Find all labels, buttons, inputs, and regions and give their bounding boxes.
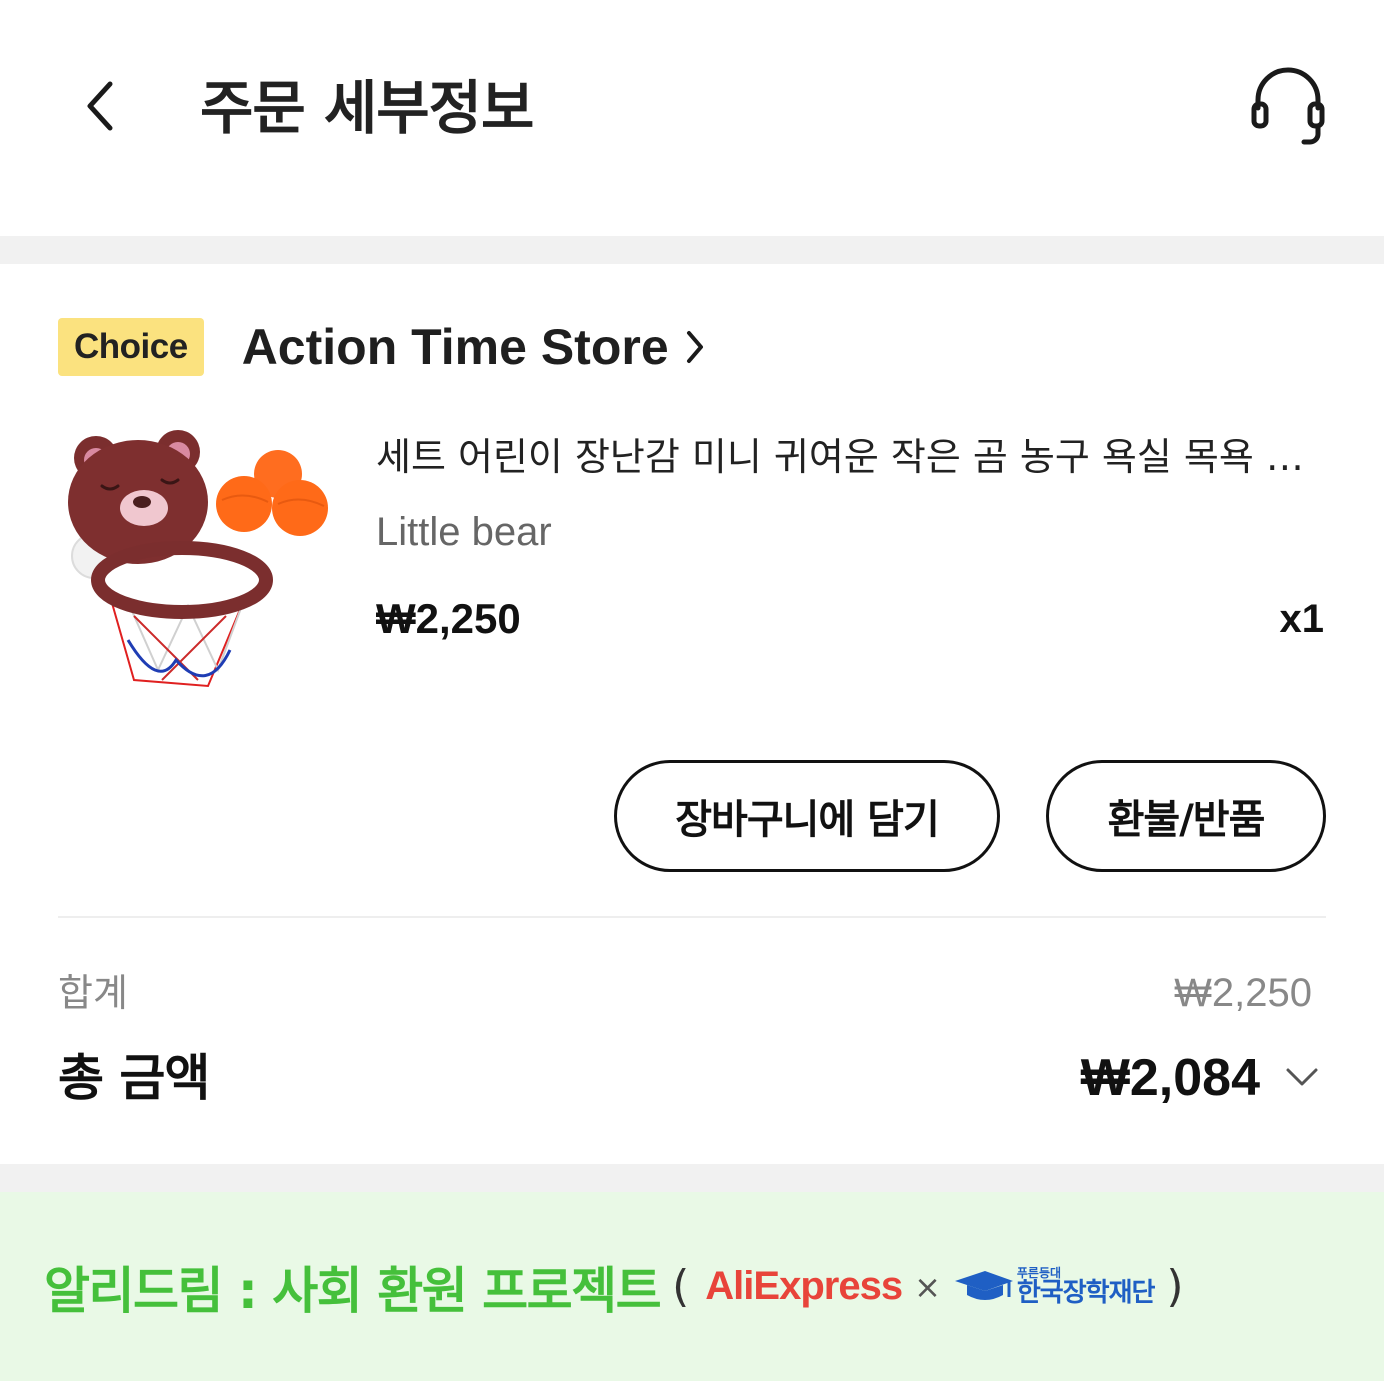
divider <box>58 916 1326 918</box>
chevron-left-icon <box>87 81 113 131</box>
product-image[interactable] <box>58 420 348 710</box>
promo-banner[interactable]: 알리드림 : 사회 환원 프로젝트 ( AliExpress × 푸른등대 한국… <box>0 1192 1384 1381</box>
choice-badge: Choice <box>58 318 204 376</box>
back-button[interactable] <box>70 70 130 142</box>
section-separator <box>0 236 1384 264</box>
total-value: ₩2,084 <box>1080 1049 1260 1107</box>
promo-headline: 알리드림 : 사회 환원 프로젝트 <box>44 1261 662 1320</box>
chevron-right-icon <box>683 327 707 367</box>
refund-return-button[interactable]: 환불/반품 <box>1046 760 1326 872</box>
promo-paren-open: ( <box>672 1261 690 1312</box>
product-price: ₩2,250 <box>376 595 521 642</box>
foundation-name: 한국장학재단 <box>1016 1277 1156 1308</box>
page-title: 주문 세부정보 <box>200 74 534 142</box>
foundation-small-text: 푸른등대 <box>1016 1265 1062 1280</box>
aliexpress-logo: AliExpress <box>705 1264 903 1308</box>
total-label: 총 금액 <box>58 1049 210 1107</box>
chevron-down-icon <box>1286 1068 1318 1086</box>
bear-basketball-hoop-toy-image <box>68 430 328 688</box>
customer-support-button[interactable] <box>1246 62 1330 152</box>
headset-icon <box>1251 67 1325 145</box>
section-separator <box>0 1164 1384 1192</box>
store-row[interactable]: Choice Action Time Store <box>58 314 707 380</box>
promo-times: × <box>914 1267 941 1306</box>
graduation-cap-icon <box>954 1270 1013 1300</box>
total-expand-button[interactable] <box>1282 1058 1322 1098</box>
foundation-logo: 푸른등대 한국장학재단 <box>951 1267 1155 1307</box>
store-name-link[interactable]: Action Time Store <box>242 318 669 376</box>
product-variant: Little bear <box>376 510 552 554</box>
subtotal-label: 합계 <box>58 971 128 1015</box>
product-quantity: x1 <box>1279 597 1325 641</box>
subtotal-value: ₩2,250 <box>1174 971 1312 1015</box>
product-title[interactable]: 세트 어린이 장난감 미니 귀여운 작은 곰 농구 욕실 목욕 장난감 <box>376 432 1328 482</box>
app-header: 주문 세부정보 <box>0 0 1384 236</box>
promo-paren-close: ) <box>1166 1261 1184 1312</box>
add-to-cart-button[interactable]: 장바구니에 담기 <box>614 760 1000 872</box>
